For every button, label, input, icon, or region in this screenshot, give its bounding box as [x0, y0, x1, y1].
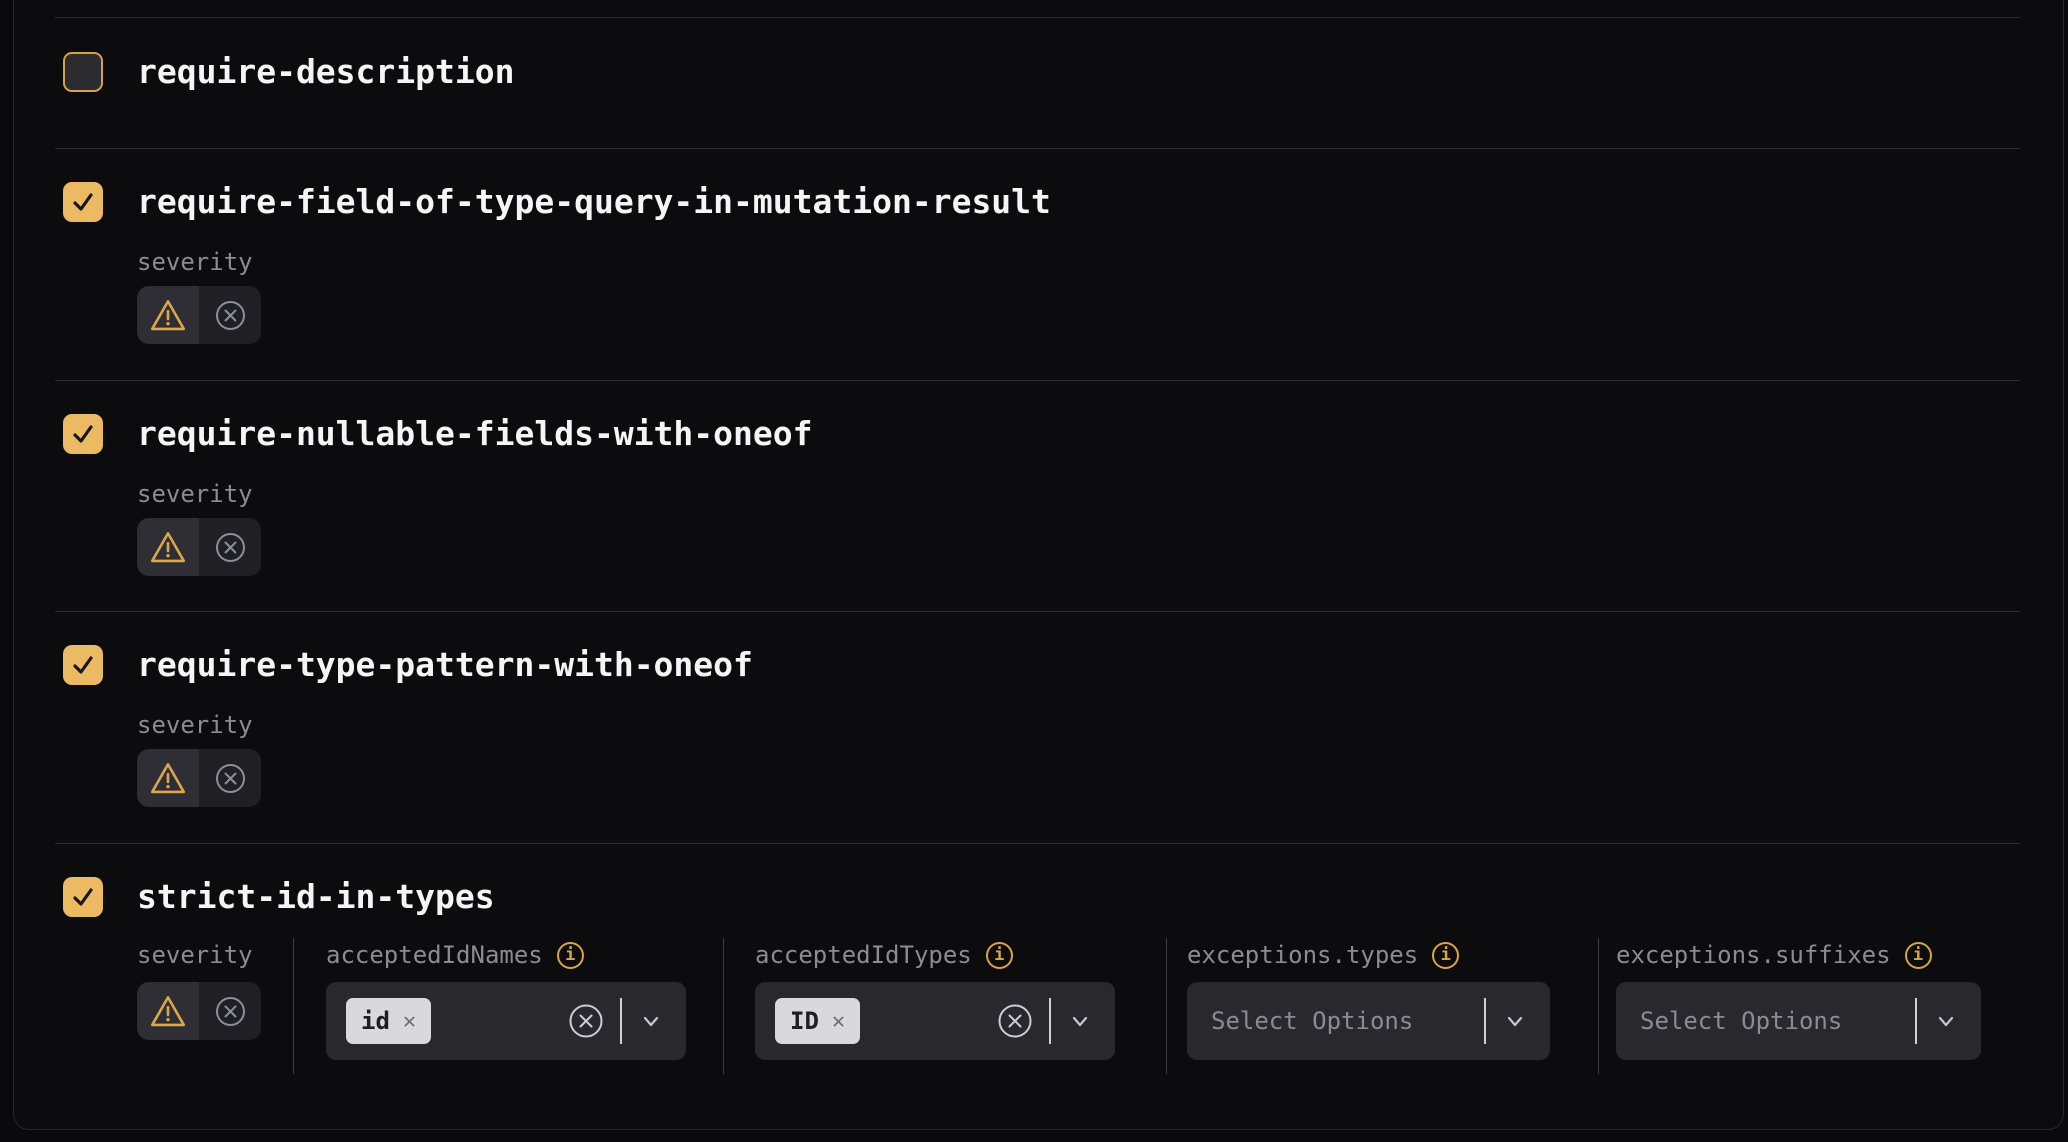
option-label-exceptions-suffixes: exceptions.suffixes i	[1616, 941, 1932, 969]
info-icon[interactable]: i	[1432, 942, 1459, 969]
remove-tag-icon[interactable]: ✕	[832, 1009, 845, 1034]
field-placeholder: Select Options	[1636, 1007, 1842, 1035]
option-label-text: exceptions.suffixes	[1616, 941, 1891, 969]
tag-label: ID	[790, 1007, 819, 1035]
circle-x-icon	[215, 532, 246, 563]
field-separator	[1484, 998, 1486, 1044]
checkbox-strict-id-in-types[interactable]	[63, 877, 103, 917]
column-divider	[293, 938, 294, 1074]
rule-name: strict-id-in-types	[137, 877, 495, 917]
severity-off-button[interactable]	[199, 518, 261, 576]
exceptions-types-multiselect[interactable]: Select Options	[1187, 982, 1550, 1060]
warning-icon	[149, 761, 187, 795]
chevron-down-icon[interactable]	[1933, 1008, 1959, 1034]
row-divider	[55, 148, 2020, 149]
severity-warn-button[interactable]	[137, 982, 199, 1040]
warning-icon	[149, 530, 187, 564]
circle-x-icon	[215, 300, 246, 331]
column-divider	[723, 938, 724, 1074]
field-placeholder: Select Options	[1207, 1007, 1413, 1035]
severity-warn-button[interactable]	[137, 518, 199, 576]
row-divider	[55, 380, 2020, 381]
option-label-exceptions-types: exceptions.types i	[1187, 941, 1459, 969]
acceptedIdNames-multiselect[interactable]: id ✕	[326, 982, 686, 1060]
remove-tag-icon[interactable]: ✕	[403, 1009, 416, 1034]
option-label-acceptedIdNames: acceptedIdNames i	[326, 941, 584, 969]
severity-off-button[interactable]	[199, 982, 261, 1040]
severity-label: severity	[137, 480, 253, 508]
severity-control	[137, 518, 261, 576]
warning-icon	[149, 298, 187, 332]
tag-chip: id ✕	[346, 998, 431, 1044]
check-icon	[70, 884, 96, 910]
rule-name: require-nullable-fields-with-oneof	[137, 414, 813, 454]
row-divider	[55, 843, 2020, 844]
checkbox-require-nullable-fields-with-oneof[interactable]	[63, 414, 103, 454]
severity-warn-button[interactable]	[137, 286, 199, 344]
circle-x-icon	[215, 996, 246, 1027]
field-separator	[1049, 998, 1051, 1044]
severity-off-button[interactable]	[199, 749, 261, 807]
severity-control	[137, 286, 261, 344]
rule-name: require-type-pattern-with-oneof	[137, 645, 753, 685]
field-separator	[1915, 998, 1917, 1044]
chevron-down-icon[interactable]	[638, 1008, 664, 1034]
chevron-down-icon[interactable]	[1502, 1008, 1528, 1034]
severity-label: severity	[137, 941, 253, 969]
severity-control	[137, 749, 261, 807]
checkbox-require-description[interactable]	[63, 52, 103, 92]
check-icon	[70, 652, 96, 678]
severity-control	[137, 982, 261, 1040]
rule-name: require-field-of-type-query-in-mutation-…	[137, 182, 1051, 222]
circle-x-icon	[215, 763, 246, 794]
tag-chip: ID ✕	[775, 998, 860, 1044]
option-label-text: exceptions.types	[1187, 941, 1418, 969]
check-icon	[70, 189, 96, 215]
clear-icon[interactable]	[997, 1003, 1033, 1039]
check-icon	[70, 421, 96, 447]
warning-icon	[149, 994, 187, 1028]
tag-label: id	[361, 1007, 390, 1035]
field-separator	[620, 998, 622, 1044]
info-icon[interactable]: i	[557, 942, 584, 969]
option-label-text: acceptedIdTypes	[755, 941, 972, 969]
info-icon[interactable]: i	[986, 942, 1013, 969]
rule-name: require-description	[137, 52, 515, 92]
checkbox-require-field-of-type-query-in-mutation-result[interactable]	[63, 182, 103, 222]
info-icon[interactable]: i	[1905, 942, 1932, 969]
exceptions-suffixes-multiselect[interactable]: Select Options	[1616, 982, 1981, 1060]
severity-label: severity	[137, 711, 253, 739]
severity-warn-button[interactable]	[137, 749, 199, 807]
column-divider	[1598, 938, 1599, 1074]
severity-off-button[interactable]	[199, 286, 261, 344]
checkbox-require-type-pattern-with-oneof[interactable]	[63, 645, 103, 685]
option-label-text: acceptedIdNames	[326, 941, 543, 969]
option-label-acceptedIdTypes: acceptedIdTypes i	[755, 941, 1013, 969]
severity-label: severity	[137, 248, 253, 276]
clear-icon[interactable]	[568, 1003, 604, 1039]
row-divider	[55, 611, 2020, 612]
acceptedIdTypes-multiselect[interactable]: ID ✕	[755, 982, 1115, 1060]
chevron-down-icon[interactable]	[1067, 1008, 1093, 1034]
row-divider	[55, 17, 2020, 18]
column-divider	[1166, 938, 1167, 1074]
